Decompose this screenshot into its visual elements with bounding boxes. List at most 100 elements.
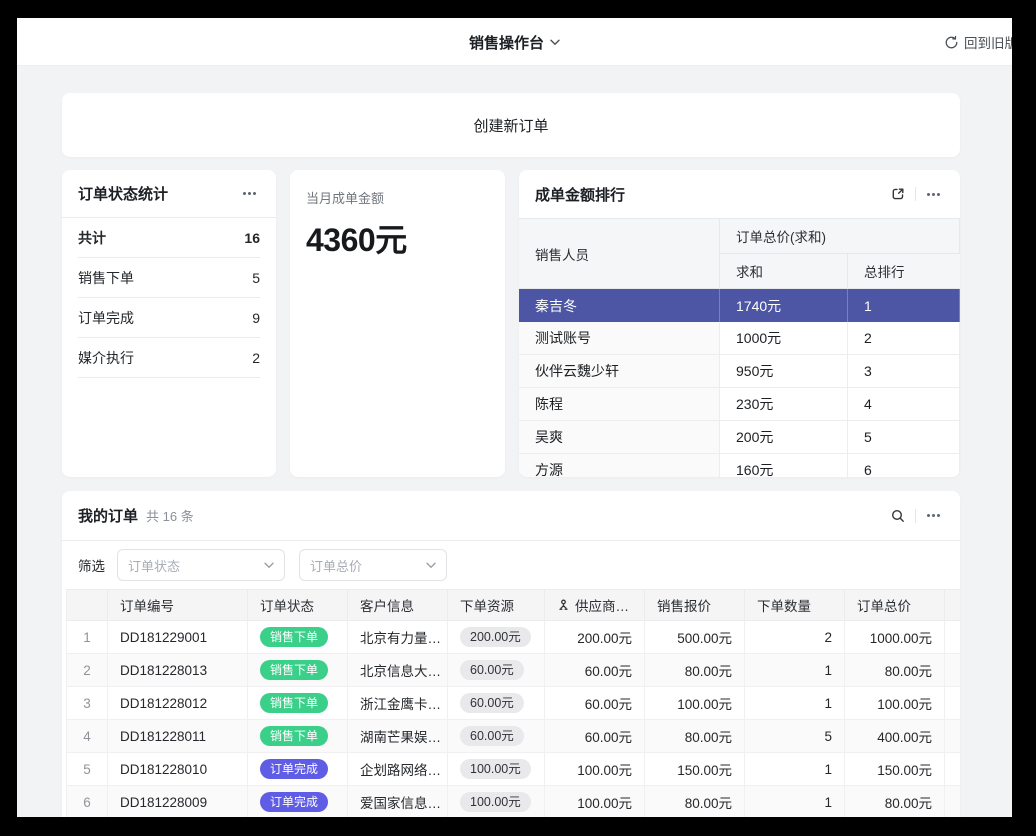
- back-to-old-version-link[interactable]: 回到旧版: [944, 18, 1012, 66]
- col-header-resource[interactable]: 下单资源: [448, 589, 545, 621]
- create-new-order-label: 创建新订单: [473, 115, 548, 136]
- chevron-down-icon: [550, 39, 560, 46]
- col-header-salesperson[interactable]: 销售人员: [519, 219, 720, 289]
- my-orders-card: 我的订单 共 16 条 筛选 订单状态 订单总价: [62, 491, 960, 817]
- sales-price: 80.00元: [645, 654, 745, 687]
- stat-row-sales-order[interactable]: 销售下单 5: [78, 258, 260, 298]
- ranking-row[interactable]: 吴爽 200元 5: [519, 421, 960, 454]
- col-header-order-no[interactable]: 订单编号: [108, 589, 248, 621]
- ranking-title: 成单金额排行: [535, 184, 625, 205]
- col-header-qty[interactable]: 下单数量: [745, 589, 845, 621]
- col-header-sum[interactable]: 求和: [720, 254, 848, 289]
- order-qty: 2: [745, 621, 845, 654]
- sales-price: 100.00元: [645, 687, 745, 720]
- status-badge: 销售下单: [260, 627, 328, 647]
- stat-label: 媒介执行: [78, 348, 134, 368]
- stat-value: 5: [252, 270, 260, 286]
- my-orders-title: 我的订单: [78, 505, 138, 526]
- sales-price: 80.00元: [645, 786, 745, 817]
- more-menu-button[interactable]: [922, 505, 944, 527]
- divider: [915, 187, 916, 201]
- stat-row-media-exec[interactable]: 媒介执行 2: [78, 338, 260, 378]
- order-no: DD181228009: [108, 786, 248, 817]
- rank-value: 5: [848, 421, 960, 454]
- workspace-switcher[interactable]: 销售操作台: [17, 18, 1012, 66]
- order-row[interactable]: 6 DD181228009 订单完成 爱国家信息… 100.00元 100.00…: [66, 786, 960, 817]
- extra-cell: [945, 720, 960, 753]
- col-header-supplier-label: 供应商…: [575, 595, 629, 615]
- order-row[interactable]: 4 DD181228011 销售下单 湖南芒果娱… 60.00元 60.00元 …: [66, 720, 960, 753]
- col-header-order-total-sum[interactable]: 订单总价(求和): [720, 219, 960, 254]
- monthly-amount-label: 当月成单金额: [306, 188, 489, 207]
- order-row[interactable]: 1 DD181229001 销售下单 北京有力量… 200.00元 200.00…: [66, 621, 960, 654]
- customer-info: 爱国家信息…: [348, 786, 448, 817]
- status-badge: 订单完成: [260, 759, 328, 779]
- resource-chip: 100.00元: [460, 792, 531, 813]
- order-row[interactable]: 5 DD181228010 订单完成 企划路网络… 100.00元 100.00…: [66, 753, 960, 786]
- ranking-row[interactable]: 秦吉冬 1740元 1: [519, 289, 960, 322]
- salesperson-name: 方源: [519, 454, 720, 477]
- status-badge: 销售下单: [260, 693, 328, 713]
- sum-value: 160元: [720, 454, 848, 477]
- salesperson-name: 伙伴云魏少轩: [519, 355, 720, 388]
- ranking-row[interactable]: 陈程 230元 4: [519, 388, 960, 421]
- filter-order-total-select[interactable]: 订单总价: [299, 549, 447, 581]
- col-header-order-status[interactable]: 订单状态: [248, 589, 348, 621]
- customer-info: 湖南芒果娱…: [348, 720, 448, 753]
- divider: [915, 509, 916, 523]
- order-row[interactable]: 3 DD181228012 销售下单 浙江金鹰卡… 60.00元 60.00元 …: [66, 687, 960, 720]
- ranking-table-header: 销售人员 订单总价(求和) 求和 总排行: [519, 218, 960, 289]
- salesperson-name: 秦吉冬: [519, 289, 720, 322]
- more-menu-button[interactable]: [238, 183, 260, 205]
- stat-value: 2: [252, 350, 260, 366]
- rank-value: 3: [848, 355, 960, 388]
- col-header-row-number: [66, 589, 108, 621]
- col-header-sales-price[interactable]: 销售报价: [645, 589, 745, 621]
- col-header-supplier[interactable]: 供应商…: [545, 589, 645, 621]
- stat-row-total[interactable]: 共计 16: [78, 218, 260, 258]
- rank-value: 2: [848, 322, 960, 355]
- col-header-total[interactable]: 订单总价: [845, 589, 945, 621]
- ranking-row[interactable]: 方源 160元 6: [519, 454, 960, 477]
- more-menu-button[interactable]: [922, 183, 944, 205]
- order-qty: 5: [745, 720, 845, 753]
- order-total: 80.00元: [845, 786, 945, 817]
- status-badge: 销售下单: [260, 660, 328, 680]
- status-badge: 销售下单: [260, 726, 328, 746]
- extra-cell: [945, 687, 960, 720]
- more-icon: [932, 193, 935, 196]
- ranking-row[interactable]: 测试账号 1000元 2: [519, 322, 960, 355]
- export-button[interactable]: [887, 183, 909, 205]
- sales-price: 80.00元: [645, 720, 745, 753]
- order-row[interactable]: 2 DD181228013 销售下单 北京信息大… 60.00元 60.00元 …: [66, 654, 960, 687]
- rank-value: 6: [848, 454, 960, 477]
- extra-cell: [945, 654, 960, 687]
- ranking-row[interactable]: 伙伴云魏少轩 950元 3: [519, 355, 960, 388]
- sum-value: 200元: [720, 421, 848, 454]
- sum-value: 1000元: [720, 322, 848, 355]
- relation-icon: [557, 599, 570, 612]
- stat-row-order-complete[interactable]: 订单完成 9: [78, 298, 260, 338]
- customer-info: 浙江金鹰卡…: [348, 687, 448, 720]
- ranking-table-body: 秦吉冬 1740元 1 测试账号 1000元 2 伙伴云魏少轩 950元 3 陈…: [519, 289, 960, 477]
- filter-bar: 筛选 订单状态 订单总价: [62, 541, 960, 589]
- filter-placeholder: 订单状态: [128, 556, 180, 575]
- filter-placeholder: 订单总价: [310, 556, 362, 575]
- col-header-rank[interactable]: 总排行: [848, 254, 960, 289]
- stat-label: 订单完成: [78, 308, 134, 328]
- filter-order-status-select[interactable]: 订单状态: [117, 549, 285, 581]
- row-number: 5: [66, 753, 108, 786]
- extra-cell: [945, 753, 960, 786]
- orders-count: 共 16 条: [146, 506, 194, 525]
- search-button[interactable]: [887, 505, 909, 527]
- col-header-customer[interactable]: 客户信息: [348, 589, 448, 621]
- row-number: 3: [66, 687, 108, 720]
- create-new-order-button[interactable]: 创建新订单: [62, 93, 960, 157]
- supplier-price: 100.00元: [545, 786, 645, 817]
- order-status-stats-card: 订单状态统计 共计 16 销售下单 5 订单完成 9 媒介执行 2: [62, 170, 276, 477]
- resource-chip: 60.00元: [460, 693, 524, 714]
- page-title: 销售操作台: [469, 32, 544, 53]
- order-total: 100.00元: [845, 687, 945, 720]
- order-total: 80.00元: [845, 654, 945, 687]
- order-no: DD181228011: [108, 720, 248, 753]
